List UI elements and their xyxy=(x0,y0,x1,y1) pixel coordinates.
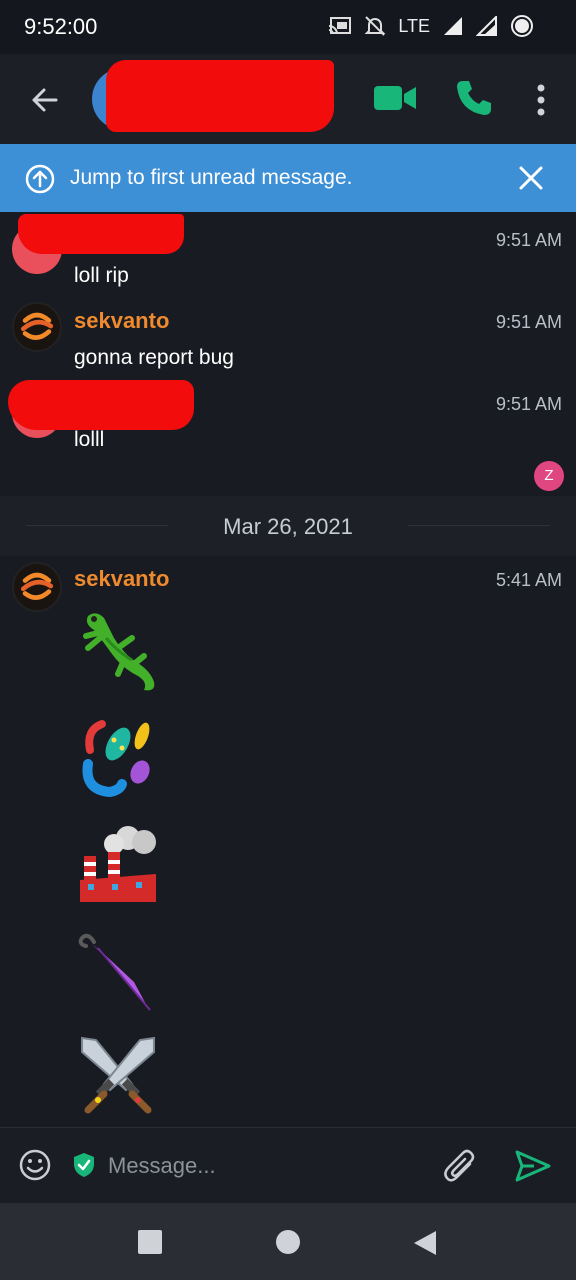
cast-icon xyxy=(329,17,352,35)
shield-check-icon xyxy=(74,1153,94,1177)
read-receipt-avatar[interactable]: Z xyxy=(534,461,564,491)
closed-umbrella-emoji xyxy=(78,933,151,1011)
message-composer xyxy=(0,1127,576,1203)
battery-icon xyxy=(511,15,533,37)
sender-name[interactable]: sekvanto xyxy=(74,308,169,334)
mute-bell-icon xyxy=(364,16,386,36)
message-item[interactable]: sekvanto 9:51 AM gonna report bug xyxy=(0,294,576,376)
date-divider: Mar 26, 2021 xyxy=(0,496,576,556)
lizard-emoji xyxy=(83,613,155,691)
redacted-contact-name xyxy=(106,60,334,132)
video-call-icon[interactable] xyxy=(372,80,418,116)
more-vert-icon[interactable] xyxy=(526,80,556,120)
sekvanto-avatar[interactable] xyxy=(12,562,62,612)
factory-emoji xyxy=(80,826,156,902)
nav-back-icon[interactable] xyxy=(412,1229,438,1257)
chat-header xyxy=(0,54,576,144)
sekvanto-avatar[interactable] xyxy=(12,302,62,352)
message-text: loll rip xyxy=(74,264,129,287)
microbe-emoji xyxy=(82,720,150,798)
close-icon[interactable] xyxy=(514,161,548,195)
status-time: 9:52:00 xyxy=(24,14,98,39)
message-time: 9:51 AM xyxy=(495,312,562,332)
paperclip-icon[interactable] xyxy=(442,1146,478,1186)
redacted-sender xyxy=(18,214,184,254)
signal-icon xyxy=(444,17,462,35)
message-time: 9:51 AM xyxy=(495,230,562,250)
send-icon[interactable] xyxy=(514,1148,552,1184)
status-bar: 9:52:00 LTE xyxy=(0,0,576,54)
system-nav-bar xyxy=(0,1203,576,1280)
divider-line-right xyxy=(408,525,550,526)
arrow-up-circle-icon xyxy=(25,164,55,194)
phone-icon[interactable] xyxy=(454,78,494,118)
sender-name[interactable]: sekvanto xyxy=(74,566,169,592)
message-text: lolll xyxy=(74,428,105,451)
recents-button[interactable] xyxy=(138,1230,162,1254)
crossed-swords-emoji xyxy=(81,1036,155,1114)
signal-icon-2 xyxy=(476,16,497,36)
message-item[interactable]: 9:51 AM lolll xyxy=(0,376,576,496)
banner-text: Jump to first unread message. xyxy=(70,166,353,189)
emoji-picker-icon[interactable] xyxy=(18,1148,52,1182)
home-button[interactable] xyxy=(276,1230,300,1254)
back-arrow-icon[interactable] xyxy=(24,79,66,121)
message-input[interactable] xyxy=(108,1146,408,1186)
message-time: 5:41 AM xyxy=(495,570,562,590)
message-text: gonna report bug xyxy=(74,346,234,369)
jump-to-unread-banner[interactable]: Jump to first unread message. xyxy=(0,144,576,212)
redacted-sender xyxy=(8,380,194,430)
chat-screen: 9:52:00 LTE Jump to first unread message… xyxy=(0,0,576,1280)
lte-label: LTE xyxy=(398,15,430,36)
date-label: Mar 26, 2021 xyxy=(223,514,353,539)
message-item[interactable]: sekvanto 5:41 AM xyxy=(0,556,576,1126)
status-icons: LTE xyxy=(328,14,534,38)
message-time: 9:51 AM xyxy=(495,394,562,414)
message-item[interactable]: 9:51 AM loll rip xyxy=(0,212,576,294)
